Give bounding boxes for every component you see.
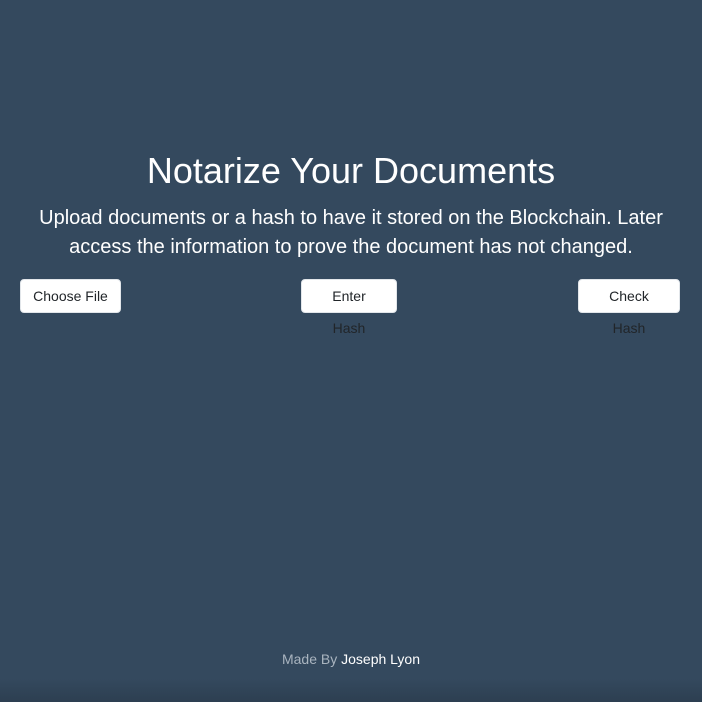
enter-hash-button[interactable]: Enter Hash bbox=[301, 279, 397, 336]
check-hash-button[interactable]: Check Hash bbox=[578, 279, 680, 336]
action-bar: Choose File Enter Hash Check Hash bbox=[20, 279, 680, 336]
author-link[interactable]: Joseph Lyon bbox=[341, 651, 420, 667]
page-title: Notarize Your Documents bbox=[146, 150, 556, 191]
footer: Made By Joseph Lyon bbox=[0, 644, 702, 702]
page-subtitle: Upload documents or a hash to have it st… bbox=[39, 207, 663, 258]
hero-section: Notarize Your Documents Upload documents… bbox=[0, 150, 702, 262]
made-by-label: Made By bbox=[281, 651, 338, 667]
choose-file-button[interactable]: Choose File bbox=[20, 279, 121, 313]
